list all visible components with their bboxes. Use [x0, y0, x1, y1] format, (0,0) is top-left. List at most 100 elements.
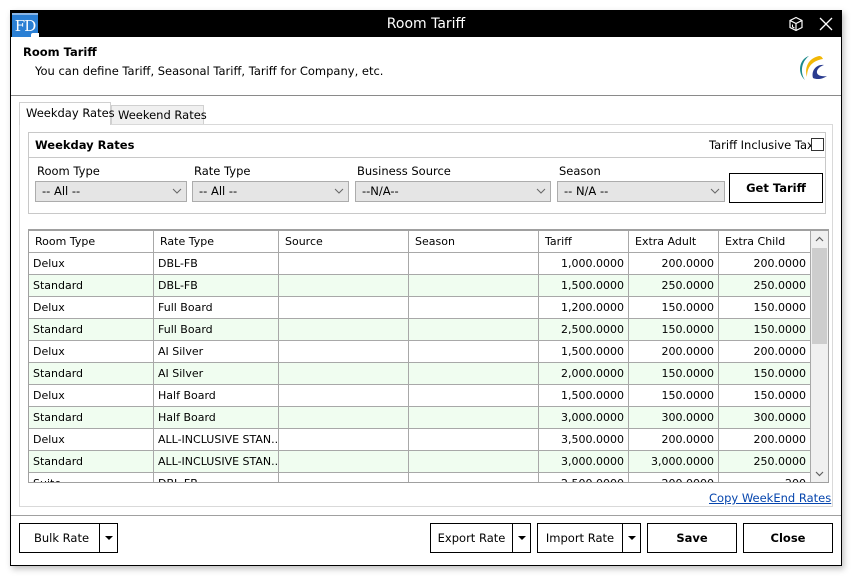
rate-type-select[interactable]: -- All --	[192, 181, 349, 202]
table-cell[interactable]: Delux	[29, 297, 154, 319]
table-row[interactable]: Standard ALL-INCLUSIVE STAN... 3,000.0000 3…	[29, 451, 811, 473]
bulk-rate-dropdown-button[interactable]	[99, 523, 118, 553]
table-cell[interactable]: Standard	[29, 319, 154, 341]
room-type-select[interactable]: -- All --	[35, 181, 187, 202]
table-cell[interactable]: 200	[719, 473, 811, 482]
table-cell[interactable]: 3,000.0000	[539, 451, 629, 473]
table-cell[interactable]	[279, 473, 409, 482]
table-row[interactable]: Standard AI Silver 2,000.0000 150.0000 150.0…	[29, 363, 811, 385]
table-cell[interactable]	[409, 253, 539, 275]
table-cell[interactable]: Standard	[29, 407, 154, 429]
table-cell[interactable]: Half Board	[154, 407, 279, 429]
scroll-down-button[interactable]	[811, 466, 828, 482]
table-cell[interactable]: AI Silver	[154, 363, 279, 385]
column-header[interactable]: Room Type	[29, 231, 154, 253]
table-cell[interactable]: Standard	[29, 451, 154, 473]
table-row[interactable]: Standard DBL-FB 1,500.0000 250.0000 250.0000	[29, 275, 811, 297]
get-tariff-button[interactable]: Get Tariff	[729, 173, 823, 203]
vertical-scrollbar[interactable]	[811, 231, 828, 482]
table-cell[interactable]	[409, 275, 539, 297]
table-cell[interactable]: 150.0000	[629, 363, 719, 385]
table-cell[interactable]: 150.0000	[629, 319, 719, 341]
table-cell[interactable]: 200.0000	[719, 253, 811, 275]
scroll-up-button[interactable]	[811, 231, 828, 248]
table-cell[interactable]: 1,500.0000	[539, 275, 629, 297]
table-cell[interactable]: AI Silver	[154, 341, 279, 363]
table-cell[interactable]: Full Board	[154, 319, 279, 341]
table-cell[interactable]: 2,500.0000	[539, 319, 629, 341]
tariff-inclusive-tax-checkbox[interactable]	[811, 138, 824, 151]
table-cell[interactable]: 1,500.0000	[539, 385, 629, 407]
bulk-rate-button[interactable]: Bulk Rate	[19, 523, 104, 553]
table-cell[interactable]	[409, 341, 539, 363]
column-header[interactable]: Extra Child	[719, 231, 811, 253]
export-rate-dropdown-button[interactable]	[512, 523, 531, 553]
table-cell[interactable]: Delux	[29, 385, 154, 407]
table-cell[interactable]: 150.0000	[719, 297, 811, 319]
import-rate-button[interactable]: Import Rate	[537, 523, 623, 553]
table-cell[interactable]: 200.0000	[629, 253, 719, 275]
table-cell[interactable]	[409, 429, 539, 451]
tab-weekend-rates[interactable]: Weekend Rates	[111, 105, 207, 124]
table-cell[interactable]: 2,000.0000	[539, 363, 629, 385]
table-cell[interactable]: 1,500.0000	[539, 341, 629, 363]
table-row[interactable]: Delux Half Board 1,500.0000 150.0000 150.000…	[29, 385, 811, 407]
column-header[interactable]: Tariff	[539, 231, 629, 253]
column-header[interactable]: Season	[409, 231, 539, 253]
table-cell[interactable]: Delux	[29, 341, 154, 363]
table-row[interactable]: Delux DBL-FB 1,000.0000 200.0000 200.0000	[29, 253, 811, 275]
season-select[interactable]: -- N/A --	[557, 181, 725, 202]
table-row[interactable]: Delux Full Board 1,200.0000 150.0000 150.000…	[29, 297, 811, 319]
import-rate-dropdown-button[interactable]	[622, 523, 641, 553]
business-source-select[interactable]: --N/A--	[355, 181, 551, 202]
table-row[interactable]: Standard Half Board 3,000.0000 300.0000 300.…	[29, 407, 811, 429]
table-row[interactable]: Delux AI Silver 1,500.0000 200.0000 200.0000	[29, 341, 811, 363]
table-cell[interactable]: 150.0000	[719, 385, 811, 407]
table-cell[interactable]	[279, 253, 409, 275]
table-cell[interactable]: 1,200.0000	[539, 297, 629, 319]
export-rate-button[interactable]: Export Rate	[430, 523, 513, 553]
table-cell[interactable]: DBL-FB	[154, 253, 279, 275]
close-window-button[interactable]	[811, 11, 841, 37]
table-cell[interactable]: 150.0000	[629, 385, 719, 407]
table-cell[interactable]: DBL-FB	[154, 473, 279, 482]
table-cell[interactable]: Half Board	[154, 385, 279, 407]
table-cell[interactable]: ALL-INCLUSIVE STAN...	[154, 429, 279, 451]
table-cell[interactable]: Suite	[29, 473, 154, 482]
column-header[interactable]: Source	[279, 231, 409, 253]
table-cell[interactable]	[279, 363, 409, 385]
table-cell[interactable]: Full Board	[154, 297, 279, 319]
table-cell[interactable]: 3,000.0000	[539, 407, 629, 429]
copy-weekend-rates-link[interactable]: Copy WeekEnd Rates	[709, 491, 831, 505]
table-cell[interactable]: 2,500.0000	[539, 473, 629, 482]
cube-button[interactable]	[781, 11, 811, 37]
table-cell[interactable]	[409, 363, 539, 385]
save-button[interactable]: Save	[647, 523, 737, 553]
table-row[interactable]: SuiteDBL-FB 2,500.0000200.0000200	[29, 473, 811, 482]
table-cell[interactable]	[279, 407, 409, 429]
table-cell[interactable]	[279, 385, 409, 407]
table-cell[interactable]: 150.0000	[629, 297, 719, 319]
table-cell[interactable]: 200.0000	[719, 341, 811, 363]
table-cell[interactable]: 150.0000	[719, 319, 811, 341]
table-cell[interactable]	[279, 451, 409, 473]
table-cell[interactable]: 3,000.0000	[629, 451, 719, 473]
table-cell[interactable]: Standard	[29, 275, 154, 297]
table-cell[interactable]: 250.0000	[629, 275, 719, 297]
table-cell[interactable]: 200.0000	[629, 473, 719, 482]
table-cell[interactable]: 3,500.0000	[539, 429, 629, 451]
table-cell[interactable]	[279, 297, 409, 319]
table-cell[interactable]: 200.0000	[629, 429, 719, 451]
table-cell[interactable]	[409, 319, 539, 341]
scroll-thumb[interactable]	[812, 248, 827, 344]
table-cell[interactable]: Delux	[29, 429, 154, 451]
table-cell[interactable]	[279, 429, 409, 451]
table-cell[interactable]: 200.0000	[629, 341, 719, 363]
table-cell[interactable]	[409, 451, 539, 473]
table-cell[interactable]: DBL-FB	[154, 275, 279, 297]
table-cell[interactable]	[409, 385, 539, 407]
table-cell[interactable]	[279, 319, 409, 341]
column-header[interactable]: Rate Type	[154, 231, 279, 253]
table-row[interactable]: Standard Full Board 2,500.0000 150.0000 150.…	[29, 319, 811, 341]
table-cell[interactable]	[409, 297, 539, 319]
